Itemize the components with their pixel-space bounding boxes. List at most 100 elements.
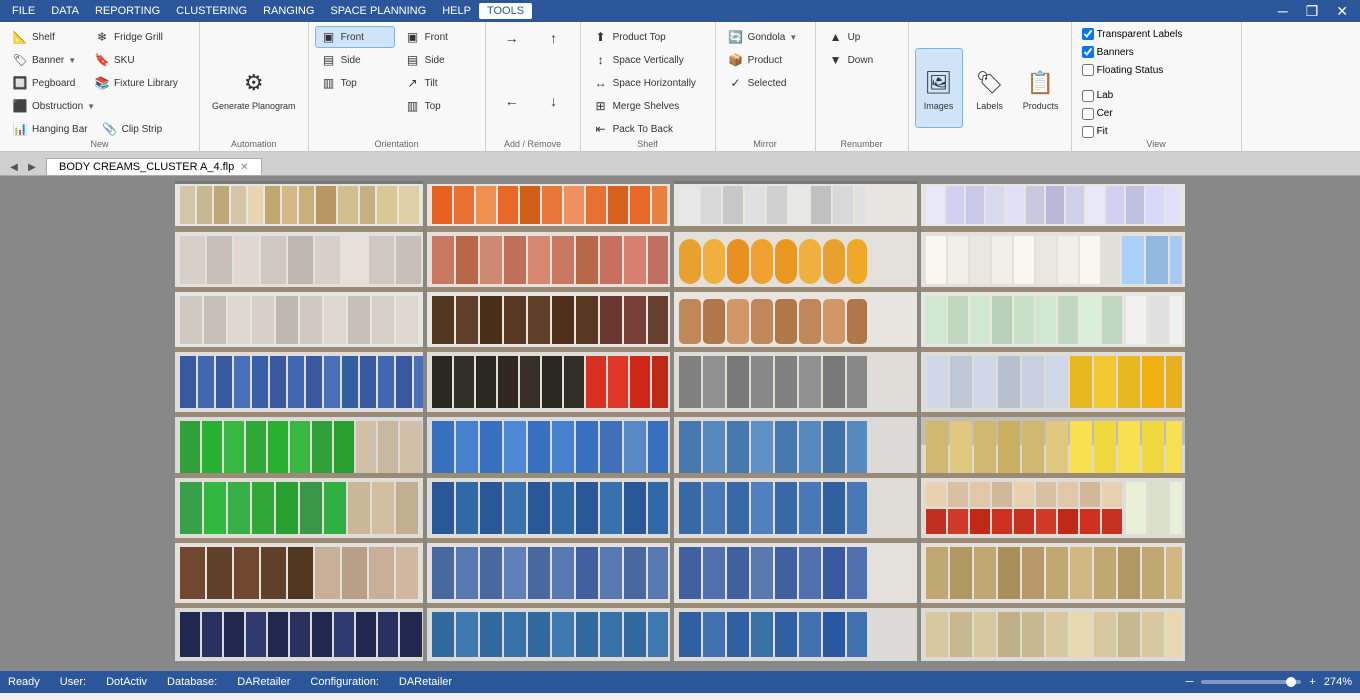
top-icon: ▥: [321, 75, 337, 91]
floating-status-checkbox[interactable]: Floating Status: [1078, 62, 1235, 78]
ribbon-group-renumber-label: Renumber: [816, 139, 908, 149]
pegboard-icon: 🔲: [12, 75, 28, 91]
front2-icon: ▣: [405, 29, 421, 45]
transparent-labels-checkbox[interactable]: Transparent Labels: [1078, 26, 1235, 42]
status-user: DotActiv: [106, 676, 147, 688]
front2-button[interactable]: ▣ Front: [399, 26, 479, 48]
top-button[interactable]: ▥ Top: [315, 72, 395, 94]
ribbon-group-orientation-label: Orientation: [309, 139, 485, 149]
user-label: User:: [60, 676, 86, 688]
tab-close-icon[interactable]: ✕: [240, 162, 248, 173]
close-button[interactable]: ✕: [1328, 2, 1356, 21]
remove-down-button[interactable]: ↓: [534, 89, 574, 113]
ribbon-group-view-checkboxes-label: View: [1072, 139, 1241, 149]
right-status: ─ + 274%: [1186, 676, 1352, 688]
cer-checkbox[interactable]: Cer: [1078, 106, 1235, 122]
merge-shelves-button[interactable]: ⊞ Merge Shelves: [587, 95, 709, 117]
menu-ranging[interactable]: RANGING: [255, 3, 322, 19]
side2-button[interactable]: ▤ Side: [399, 49, 479, 71]
clip-strip-button[interactable]: 📎 Clip Strip: [96, 118, 176, 140]
fridge-grill-icon: ❄: [94, 29, 110, 45]
fixture-library-button[interactable]: 📚 Fixture Library: [88, 72, 184, 94]
pegboard-button[interactable]: 🔲 Pegboard: [6, 72, 86, 94]
tab-bodycreams[interactable]: BODY CREAMS_CLUSTER A_4.flp ✕: [46, 158, 262, 175]
menu-reporting[interactable]: REPORTING: [87, 3, 168, 19]
side-button[interactable]: ▤ Side: [315, 49, 395, 71]
zoom-slider[interactable]: [1201, 680, 1301, 684]
configuration-label: Configuration:: [310, 676, 379, 688]
fridge-grill-button[interactable]: ❄ Fridge Grill: [88, 26, 169, 48]
menu-bar: FILE DATA REPORTING CLUSTERING RANGING S…: [0, 0, 1360, 22]
labels-icon: 🏷: [972, 65, 1008, 101]
space-vertically-button[interactable]: ↕ Space Vertically: [587, 49, 709, 71]
gondola-button[interactable]: 🔄 Gondola ▼: [722, 26, 809, 48]
products-button[interactable]: 📋 Products: [1017, 48, 1065, 128]
product-top-icon: ⬆: [593, 29, 609, 45]
labels-button[interactable]: 🏷 Labels: [966, 48, 1014, 128]
ribbon-group-new: 📐 Shelf ❄ Fridge Grill 🏷 Banner ▼ 🔖 SKU: [0, 22, 200, 151]
gondola-dropdown-icon: ▼: [789, 33, 797, 42]
top2-button[interactable]: ▥ Top: [399, 95, 479, 117]
generate-planogram-icon: ⚙: [236, 65, 272, 101]
menu-clustering[interactable]: CLUSTERING: [168, 3, 255, 19]
ribbon-group-automation: ⚙ Generate Planogram Automation: [200, 22, 309, 151]
fixture-library-icon: 📚: [94, 75, 110, 91]
restore-button[interactable]: ❐: [1298, 2, 1327, 21]
down-icon: ▼: [828, 52, 844, 68]
obstruction-icon: ⬛: [12, 98, 28, 114]
banner-dropdown-icon: ▼: [68, 56, 76, 65]
ribbon-group-shelf-label: Shelf: [581, 139, 715, 149]
shelf-icon: 📐: [12, 29, 28, 45]
fit-checkbox[interactable]: Fit: [1078, 124, 1235, 140]
tab-bar: ◀ ▶ BODY CREAMS_CLUSTER A_4.flp ✕: [0, 152, 1360, 176]
ribbon-group-new-label: New: [0, 139, 199, 149]
products-icon: 📋: [1023, 65, 1059, 101]
minimize-button[interactable]: ─: [1270, 2, 1296, 21]
menu-help[interactable]: HELP: [434, 3, 479, 19]
canvas-area: [0, 176, 1360, 671]
status-state: Ready: [8, 676, 40, 688]
zoom-out-button[interactable]: ─: [1186, 676, 1194, 688]
menu-file[interactable]: FILE: [4, 3, 43, 19]
banner-button[interactable]: 🏷 Banner ▼: [6, 49, 86, 71]
tab-nav-right[interactable]: ▶: [24, 159, 40, 175]
tab-nav-left[interactable]: ◀: [6, 159, 22, 175]
menu-space-planning[interactable]: SPACE PLANNING: [322, 3, 434, 19]
remove-left-button[interactable]: ←: [492, 89, 532, 113]
space-horizontally-button[interactable]: ↔ Space Horizontally: [587, 72, 709, 94]
window-controls: ─ ❐ ✕: [1270, 2, 1356, 21]
menu-tools[interactable]: TOOLS: [479, 3, 532, 19]
selected-icon: ✓: [728, 75, 744, 91]
generate-planogram-button[interactable]: ⚙ Generate Planogram: [206, 48, 302, 128]
hanging-bar-button[interactable]: 📊 Hanging Bar: [6, 118, 94, 140]
clip-strip-icon: 📎: [102, 121, 118, 137]
menu-data[interactable]: DATA: [43, 3, 87, 19]
sku-button[interactable]: 🔖 SKU: [88, 49, 168, 71]
ribbon-group-view-images: 🖼 Images 🏷 Labels 📋 Products: [909, 22, 1072, 151]
add-up-button[interactable]: ↑: [534, 26, 574, 50]
ribbon-group-view-checkboxes: Transparent Labels Banners Floating Stat…: [1072, 22, 1242, 151]
lab-checkbox[interactable]: Lab: [1078, 88, 1235, 104]
up-button[interactable]: ▲ Up: [822, 26, 902, 48]
obstruction-dropdown-icon: ▼: [87, 102, 95, 111]
tab-filename: BODY CREAMS_CLUSTER A_4.flp: [59, 161, 234, 173]
tilt-button[interactable]: ↗ Tilt: [399, 72, 479, 94]
status-configuration: DARetailer: [399, 676, 452, 688]
product-top-button[interactable]: ⬆ Product Top: [587, 26, 709, 48]
banners-checkbox[interactable]: Banners: [1078, 44, 1235, 60]
space-horizontally-icon: ↔: [593, 75, 609, 91]
down-button[interactable]: ▼ Down: [822, 49, 902, 71]
selected-button[interactable]: ✓ Selected: [722, 72, 809, 94]
obstruction-button[interactable]: ⬛ Obstruction ▼: [6, 95, 101, 117]
ribbon-group-mirror: 🔄 Gondola ▼ 📦 Product ✓ Selected Mirror: [716, 22, 816, 151]
product-mirror-button[interactable]: 📦 Product: [722, 49, 809, 71]
add-right-button[interactable]: →: [492, 26, 532, 50]
database-label: Database:: [167, 676, 217, 688]
front-active-button[interactable]: ▣ Front: [315, 26, 395, 48]
pack-to-back-button[interactable]: ⇤ Pack To Back: [587, 118, 709, 140]
shelf-button[interactable]: 📐 Shelf: [6, 26, 86, 48]
top2-icon: ▥: [405, 98, 421, 114]
ribbon-group-automation-label: Automation: [200, 139, 308, 149]
zoom-in-button[interactable]: +: [1309, 676, 1315, 688]
images-button[interactable]: 🖼 Images: [915, 48, 963, 128]
